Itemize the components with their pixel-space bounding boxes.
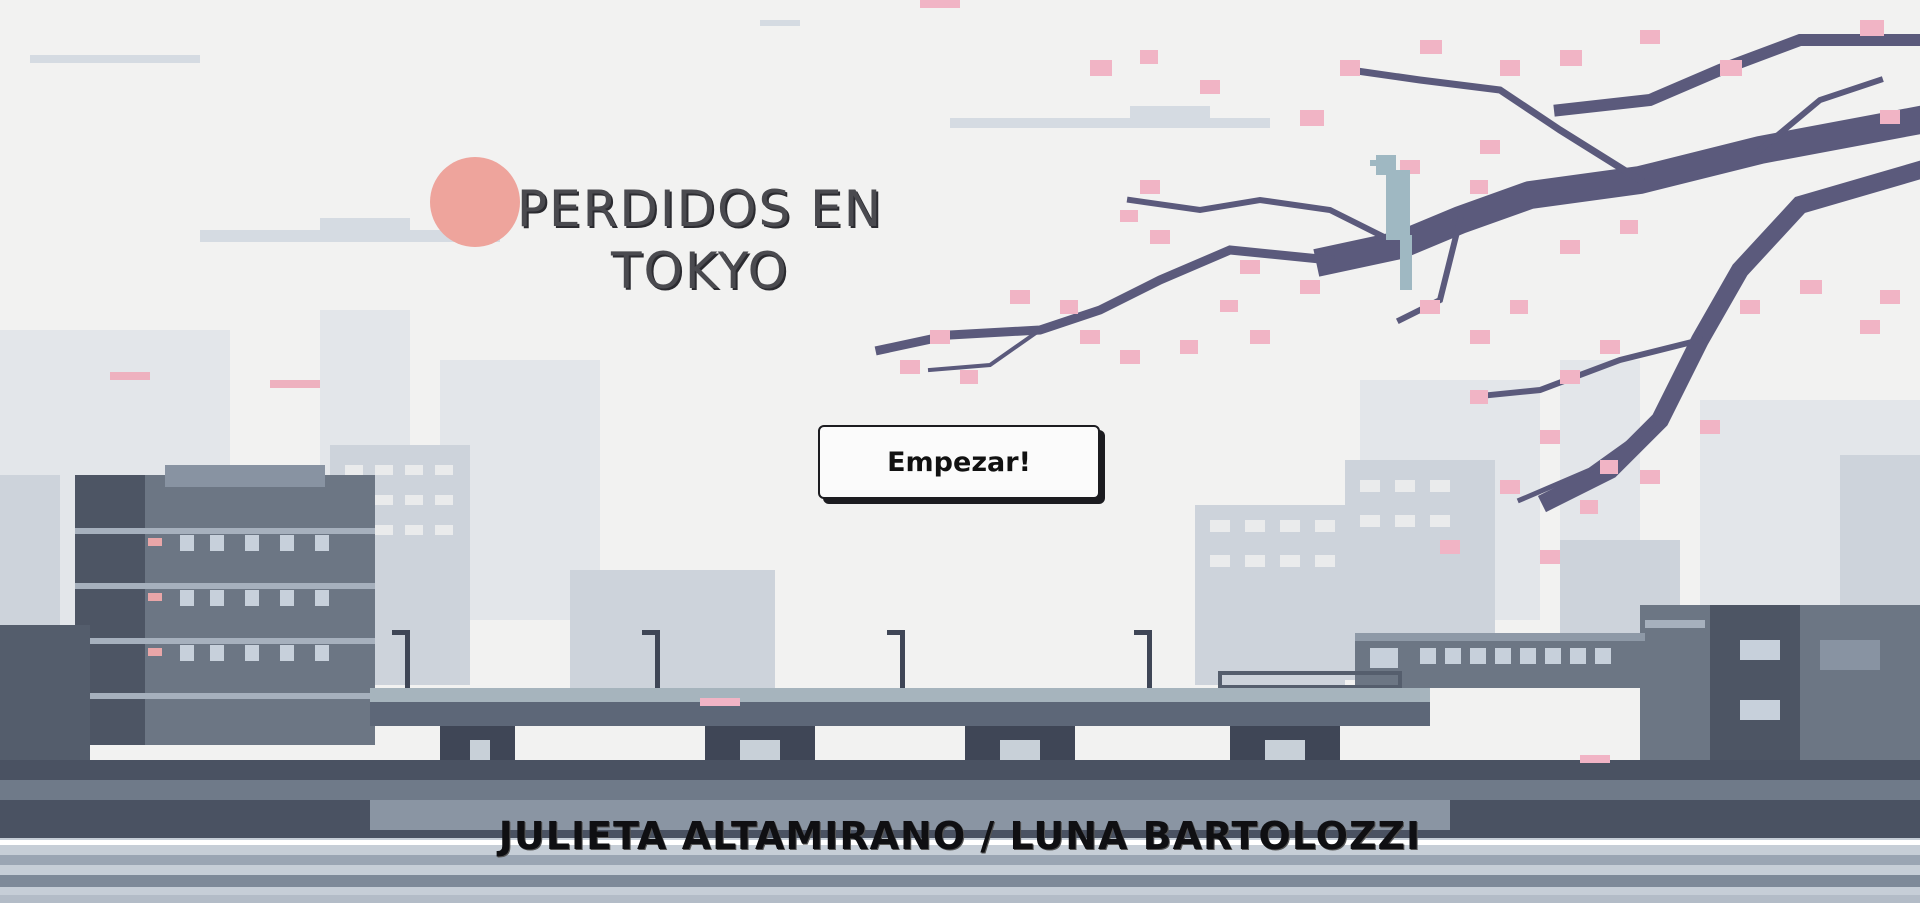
title-line-2: TOKYO <box>610 242 790 300</box>
left-apartment-building <box>75 465 375 745</box>
right-buildings <box>1640 605 1920 765</box>
title-line-1: PERDIDOS EN <box>516 180 884 238</box>
game-title: PERDIDOS EN TOKYO <box>470 178 930 302</box>
start-button[interactable]: Empezar! <box>818 425 1100 499</box>
credits-text: JULIETA ALTAMIRANO / LUNA BARTOLOZZI <box>498 814 1422 858</box>
